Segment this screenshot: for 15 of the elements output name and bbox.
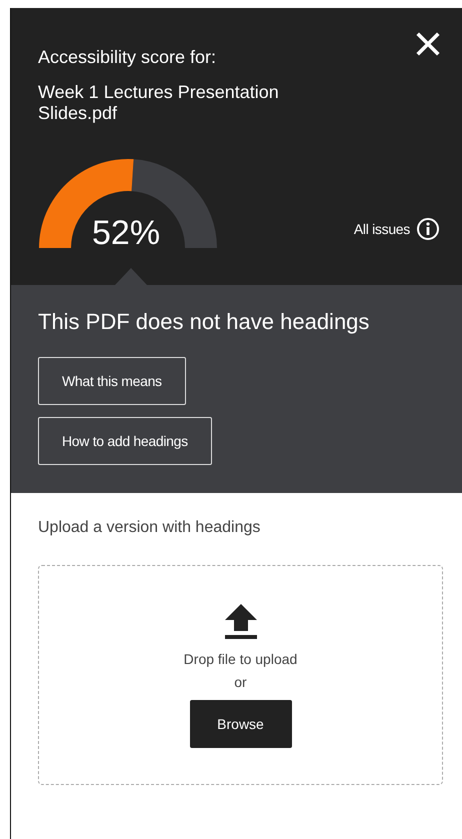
- upload-label: Upload a version with headings: [38, 519, 262, 537]
- header-title: Accessibility score for:: [38, 46, 216, 68]
- drop-zone[interactable]: Drop file to upload or Browse: [38, 565, 443, 785]
- help-button[interactable]: How to add headings: [38, 417, 212, 465]
- help-button[interactable]: What this means: [38, 357, 186, 405]
- all-issues-link[interactable]: All issues: [354, 217, 440, 241]
- upload-icon: [222, 602, 258, 640]
- file-name: Week 1 Lectures Presentation Slides.pdf: [38, 82, 280, 124]
- close-icon[interactable]: [416, 32, 440, 56]
- drop-text: Drop file to upload: [184, 650, 298, 669]
- score-percent: 52%: [92, 214, 160, 253]
- or-text: or: [234, 673, 247, 692]
- issue-heading: This PDF does not have headings: [38, 309, 370, 335]
- browse-button[interactable]: Browse: [190, 700, 292, 748]
- info-icon: [416, 217, 440, 241]
